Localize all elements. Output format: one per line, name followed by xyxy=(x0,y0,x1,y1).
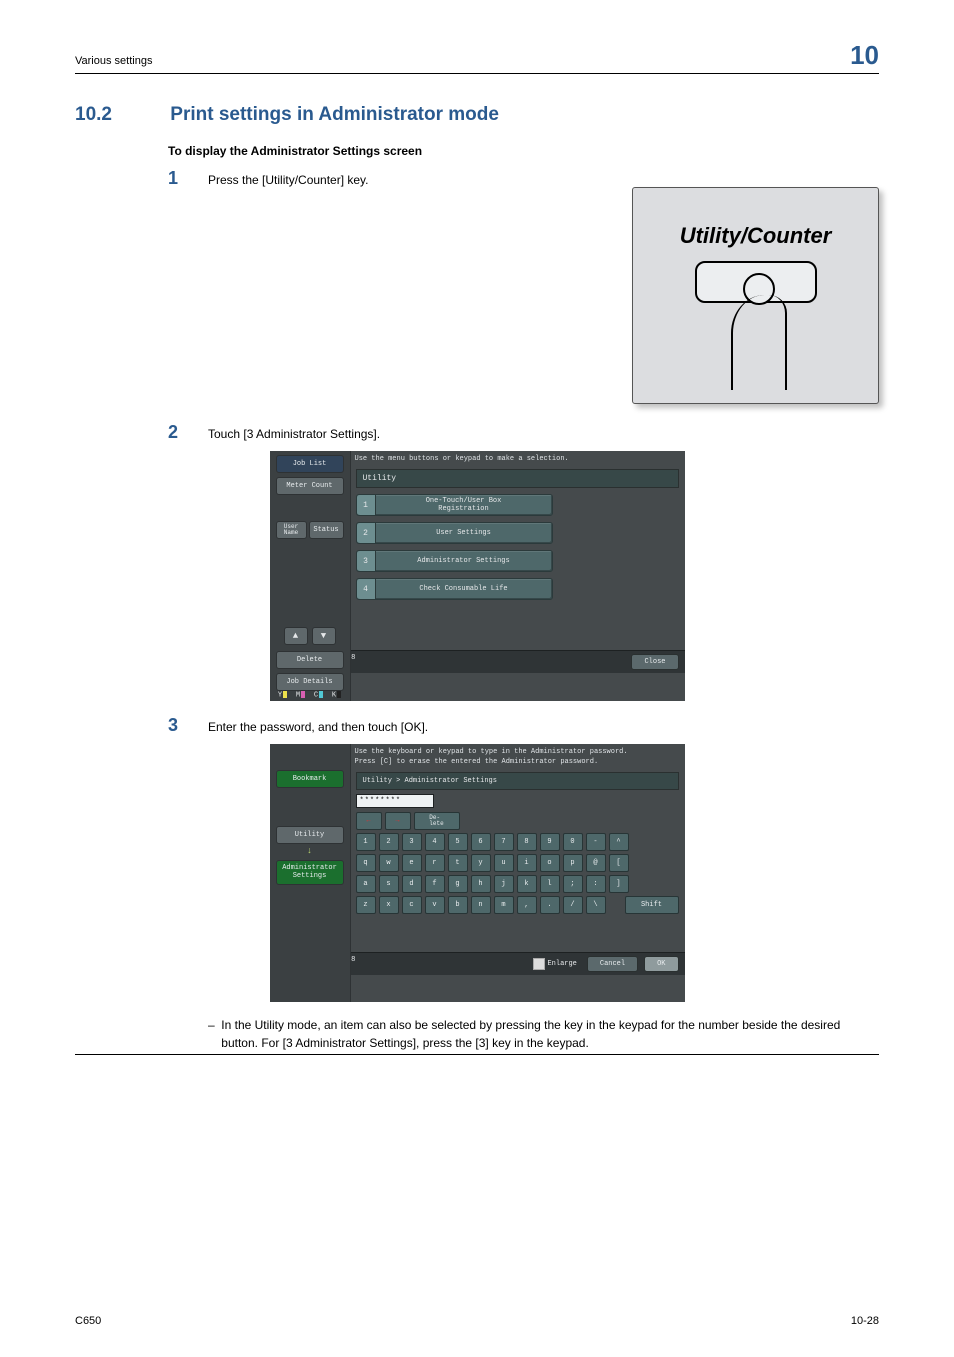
key-o[interactable]: o xyxy=(540,854,560,872)
key-;[interactable]: ; xyxy=(563,875,583,893)
key-,[interactable]: , xyxy=(517,896,537,914)
key-8[interactable]: 8 xyxy=(517,833,537,851)
key-d[interactable]: d xyxy=(402,875,422,893)
key-h[interactable]: h xyxy=(471,875,491,893)
utility-menu-screen: Job List Meter Count User Name Status ▲ … xyxy=(270,451,685,701)
close-button[interactable]: Close xyxy=(631,654,678,670)
section-text: Print settings in Administrator mode xyxy=(170,104,499,125)
bookmark-button[interactable]: Bookmark xyxy=(276,770,344,788)
chapter-number: 10 xyxy=(850,40,879,71)
utility-counter-figure: Utility/Counter xyxy=(632,187,879,404)
note-dash: – xyxy=(208,1016,221,1052)
key-b[interactable]: b xyxy=(448,896,468,914)
key-][interactable]: ] xyxy=(609,875,629,893)
step-number-1: 1 xyxy=(168,168,208,189)
section-number: 10.2 xyxy=(75,104,165,126)
header-rule xyxy=(75,73,879,74)
key-j[interactable]: j xyxy=(494,875,514,893)
enlarge-icon xyxy=(533,958,545,970)
menu-item-1[interactable]: 1 One-Touch/User Box Registration xyxy=(356,494,553,516)
key-/[interactable]: / xyxy=(563,896,583,914)
toner-indicators: Y M C K xyxy=(270,689,350,701)
footer-page: 10-28 xyxy=(851,1315,879,1327)
menu-item-4[interactable]: 4 Check Consumable Life xyxy=(356,578,553,600)
key-@[interactable]: @ xyxy=(586,854,606,872)
footer-rule xyxy=(75,1054,879,1055)
key-3[interactable]: 3 xyxy=(402,833,422,851)
enlarge-button[interactable]: Enlarge xyxy=(533,958,576,970)
key-7[interactable]: 7 xyxy=(494,833,514,851)
key-p[interactable]: p xyxy=(563,854,583,872)
admin-password-screen: Bookmark Utility ↓ Administrator Setting… xyxy=(270,744,685,1002)
breadcrumb: Utility > Administrator Settings xyxy=(356,772,679,790)
delete-key[interactable]: De- lete xyxy=(414,812,460,830)
key-x[interactable]: x xyxy=(379,896,399,914)
footer-model: C650 xyxy=(75,1315,101,1327)
key-q[interactable]: q xyxy=(356,854,376,872)
down-arrow-icon[interactable]: ▼ xyxy=(312,627,336,645)
key-n[interactable]: n xyxy=(471,896,491,914)
section-title: 10.2 Print settings in Administrator mod… xyxy=(75,104,879,126)
step-text-1: Press the [Utility/Counter] key. xyxy=(208,168,369,189)
key-u[interactable]: u xyxy=(494,854,514,872)
key-l[interactable]: l xyxy=(540,875,560,893)
key-t[interactable]: t xyxy=(448,854,468,872)
key-g[interactable]: g xyxy=(448,875,468,893)
breadcrumb-bar: Utility xyxy=(356,469,679,488)
key-r[interactable]: r xyxy=(425,854,445,872)
key--[interactable]: - xyxy=(586,833,606,851)
key-m[interactable]: m xyxy=(494,896,514,914)
key-[[interactable]: [ xyxy=(609,854,629,872)
up-arrow-icon[interactable]: ▲ xyxy=(284,627,308,645)
utility-counter-label: Utility/Counter xyxy=(633,188,878,249)
shift-key[interactable]: Shift xyxy=(625,896,679,914)
key-2[interactable]: 2 xyxy=(379,833,399,851)
arrow-left-key[interactable]: ← xyxy=(356,812,382,830)
key-6[interactable]: 6 xyxy=(471,833,491,851)
subheading: To display the Administrator Settings sc… xyxy=(168,144,879,158)
key-k[interactable]: k xyxy=(517,875,537,893)
meter-count-button[interactable]: Meter Count xyxy=(276,477,344,495)
password-input[interactable]: ******** xyxy=(356,794,434,808)
key-0[interactable]: 0 xyxy=(563,833,583,851)
key-s[interactable]: s xyxy=(379,875,399,893)
cancel-button[interactable]: Cancel xyxy=(587,956,638,972)
key-\[interactable]: \ xyxy=(586,896,606,914)
chevron-down-icon: ↓ xyxy=(270,846,350,856)
utility-nav-button[interactable]: Utility xyxy=(276,826,344,844)
key-y[interactable]: y xyxy=(471,854,491,872)
key-v[interactable]: v xyxy=(425,896,445,914)
menu-item-2[interactable]: 2 User Settings xyxy=(356,522,553,544)
key-z[interactable]: z xyxy=(356,896,376,914)
key-c[interactable]: c xyxy=(402,896,422,914)
menu-item-3[interactable]: 3 Administrator Settings xyxy=(356,550,553,572)
key-.[interactable]: . xyxy=(540,896,560,914)
key-^[interactable]: ^ xyxy=(609,833,629,851)
key-w[interactable]: w xyxy=(379,854,399,872)
key-5[interactable]: 5 xyxy=(448,833,468,851)
user-name-label: User Name xyxy=(276,521,307,539)
key-i[interactable]: i xyxy=(517,854,537,872)
step-text-3: Enter the password, and then touch [OK]. xyxy=(208,715,428,736)
key-:[interactable]: : xyxy=(586,875,606,893)
step-text-2: Touch [3 Administrator Settings]. xyxy=(208,422,380,443)
key-f[interactable]: f xyxy=(425,875,445,893)
note-text: In the Utility mode, an item can also be… xyxy=(221,1016,879,1052)
key-4[interactable]: 4 xyxy=(425,833,445,851)
job-list-button[interactable]: Job List xyxy=(276,455,344,473)
on-screen-keyboard: ← → De- lete 1234567890-^ qwertyuiop@[ a… xyxy=(356,812,679,914)
key-a[interactable]: a xyxy=(356,875,376,893)
delete-button[interactable]: Delete xyxy=(276,651,344,669)
arrow-right-key[interactable]: → xyxy=(385,812,411,830)
status-button[interactable]: Status xyxy=(309,521,344,539)
header-section: Various settings xyxy=(75,55,152,67)
key-9[interactable]: 9 xyxy=(540,833,560,851)
step-number-3: 3 xyxy=(168,715,208,736)
key-1[interactable]: 1 xyxy=(356,833,376,851)
key-e[interactable]: e xyxy=(402,854,422,872)
step-number-2: 2 xyxy=(168,422,208,443)
hand-icon xyxy=(731,273,783,388)
ok-button[interactable]: OK xyxy=(644,956,678,972)
admin-settings-nav-button[interactable]: Administrator Settings xyxy=(276,860,344,885)
